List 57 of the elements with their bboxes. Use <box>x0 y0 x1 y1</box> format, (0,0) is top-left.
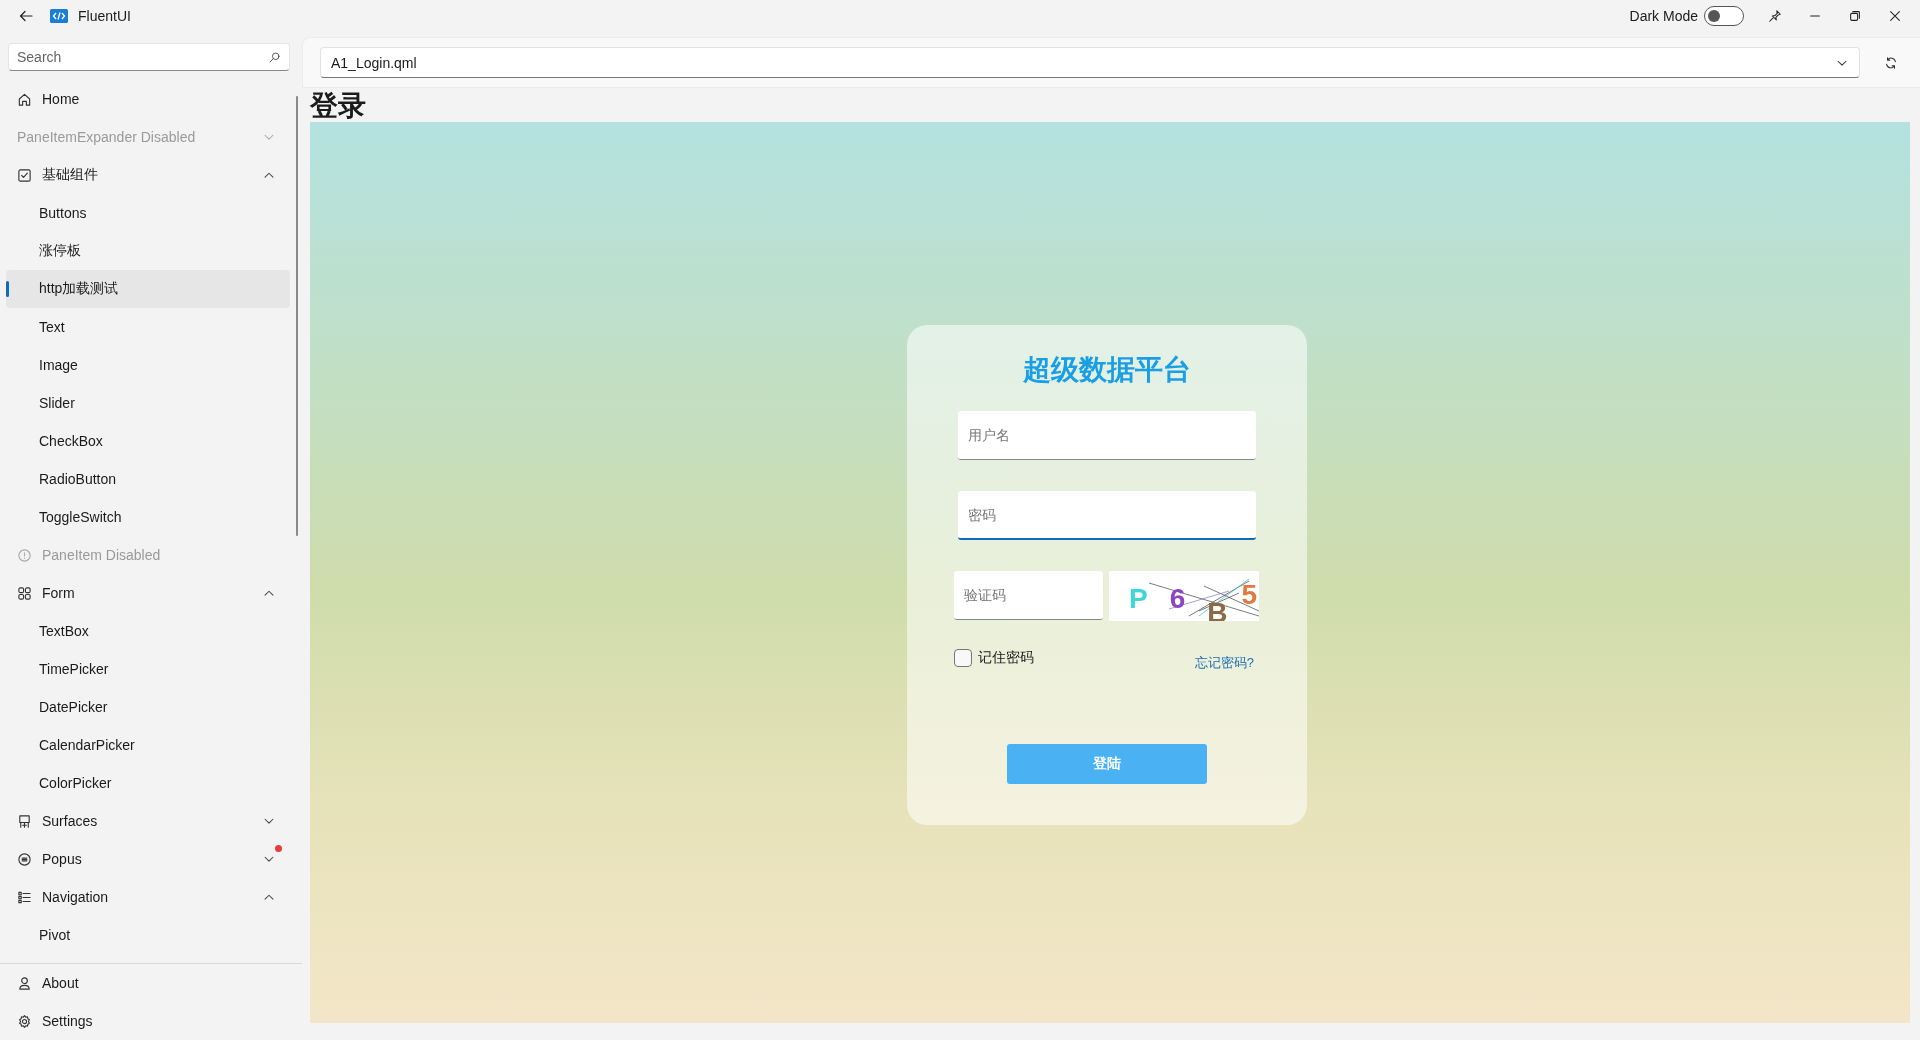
captcha-field[interactable]: 验证码 <box>954 571 1103 620</box>
nav-item[interactable]: Pivot <box>6 916 290 954</box>
nav-item[interactable]: Slider <box>6 384 290 422</box>
nav-item[interactable]: Form <box>6 574 290 612</box>
forgot-password-link[interactable]: 忘记密码? <box>1194 654 1254 672</box>
search-icon <box>268 51 281 64</box>
maximize-icon <box>1848 9 1862 23</box>
grid-icon <box>17 585 32 601</box>
checkbox-icon <box>17 167 32 183</box>
app-logo-icon <box>50 9 68 23</box>
nav-item[interactable]: Home <box>6 80 290 118</box>
nav-item[interactable]: http加载测试 <box>6 270 290 308</box>
search-field[interactable]: Search <box>8 43 290 71</box>
nav-item[interactable]: 基础组件 <box>6 156 290 194</box>
selection-indicator <box>6 281 9 297</box>
refresh-icon <box>1884 55 1898 70</box>
nav-item[interactable]: Popus <box>6 840 290 878</box>
password-field[interactable]: 密码 <box>958 491 1256 540</box>
settings-icon <box>17 1013 32 1029</box>
nav-item[interactable]: Buttons <box>6 194 290 232</box>
nav-item[interactable]: TextBox <box>6 612 290 650</box>
nav-item[interactable]: DatePicker <box>6 688 290 726</box>
nav-item[interactable]: CalendarPicker <box>6 726 290 764</box>
pin-icon <box>1768 9 1782 23</box>
nav-item[interactable]: ColorPicker <box>6 764 290 802</box>
nav-item[interactable]: Text <box>6 308 290 346</box>
person-icon <box>17 975 32 991</box>
nav-item[interactable]: Settings <box>6 1002 300 1040</box>
close-icon <box>1888 9 1902 23</box>
nav-item[interactable]: About <box>6 964 300 1002</box>
dark-mode-toggle[interactable] <box>1704 6 1744 26</box>
bulleted-list-icon <box>17 889 32 905</box>
nav-item[interactable]: Navigation <box>6 878 290 916</box>
nav-item[interactable]: 涨停板 <box>6 232 290 270</box>
captcha-character: 5 <box>1241 581 1258 609</box>
nav-item[interactable]: RadioButton <box>6 460 290 498</box>
file-dropdown[interactable]: A1_Login.qml <box>320 47 1860 78</box>
nav-item[interactable]: Image <box>6 346 290 384</box>
captcha-character: P <box>1129 585 1148 613</box>
nav-item[interactable]: ToggleSwitch <box>6 498 290 536</box>
username-field[interactable]: 用户名 <box>958 411 1256 460</box>
remember-checkbox[interactable] <box>954 649 972 667</box>
page-heading: 登录 <box>308 89 367 122</box>
nav-item[interactable]: CheckBox <box>6 422 290 460</box>
remember-label: 记住密码 <box>978 649 1034 667</box>
nav-item[interactable]: Surfaces <box>6 802 290 840</box>
nav-item[interactable]: TimePicker <box>6 650 290 688</box>
info-icon <box>17 547 32 563</box>
back-arrow-icon <box>18 8 34 24</box>
dark-mode-label: Dark Mode <box>1629 8 1698 24</box>
easel-icon <box>17 813 32 829</box>
list-circle-icon <box>17 851 32 867</box>
scrollbar[interactable] <box>296 96 298 536</box>
home-icon <box>17 91 32 107</box>
login-title: 超级数据平台 <box>1023 353 1191 387</box>
window-title: FluentUI <box>78 8 131 24</box>
captcha-character: 6 <box>1169 585 1186 613</box>
